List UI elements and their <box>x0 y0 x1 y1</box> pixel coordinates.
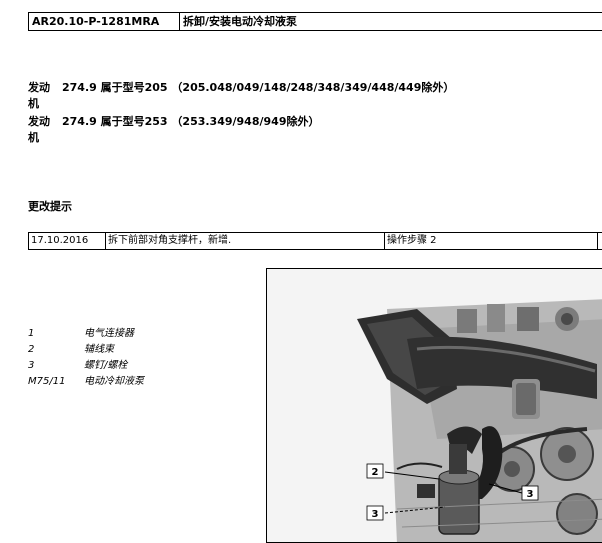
legend-item: 1 电气连接器 <box>28 326 144 342</box>
legend-number: 1 <box>28 328 35 339</box>
callout-label: 3 <box>527 489 534 500</box>
callout-3-right: 3 <box>521 485 539 501</box>
legend-item: 2 辅线束 <box>28 342 144 358</box>
change-description: 拆下前部对角支撑杆，新增. <box>106 233 385 249</box>
callout-2: 2 <box>366 463 384 479</box>
change-extra-cell <box>598 233 602 249</box>
change-date: 17.10.2016 <box>29 233 106 249</box>
changes-table-row: 17.10.2016 拆下前部对角支撑杆，新增. 操作步骤 2 <box>28 232 602 250</box>
changes-heading: 更改提示 <box>28 200 72 213</box>
figure-legend: 1 电气连接器 2 辅线束 3 螺钉/螺栓 M75/11 电动冷却液泵 <box>28 326 144 390</box>
legend-item: M75/11 电动冷却液泵 <box>28 374 144 390</box>
document-number: AR20.10-P-1281MRA <box>29 13 180 30</box>
engine-drawing: 2 3 3 <box>267 269 602 542</box>
legend-text: 辅线束 <box>84 344 114 355</box>
callout-3-left: 3 <box>366 505 384 521</box>
legend-item: 3 螺钉/螺栓 <box>28 358 144 374</box>
change-step-link[interactable]: 操作步骤 2 <box>385 233 598 249</box>
applicability-text: 274.9 属于型号205 （205.048/049/148/248/348/3… <box>62 81 455 94</box>
legend-number: 3 <box>28 360 35 371</box>
legend-text: 电动冷却液泵 <box>84 376 144 387</box>
document-header-table: AR20.10-P-1281MRA 拆卸/安装电动冷却液泵 <box>28 12 602 31</box>
applicability-label-cont: 机 <box>28 131 39 144</box>
legend-text: 螺钉/螺栓 <box>84 360 128 371</box>
applicability-text: 274.9 属于型号253 （253.349/948/949除外） <box>62 115 320 128</box>
legend-text: 电气连接器 <box>84 328 134 339</box>
callout-label: 3 <box>372 509 379 520</box>
engine-illustration: 2 3 3 <box>266 268 602 543</box>
applicability-label: 发动 <box>28 81 50 94</box>
applicability-label-cont: 机 <box>28 97 39 110</box>
applicability-label: 发动 <box>28 115 50 128</box>
legend-number: M75/11 <box>28 376 66 387</box>
callout-label: 2 <box>372 467 379 478</box>
document-title: 拆卸/安装电动冷却液泵 <box>183 15 298 28</box>
legend-number: 2 <box>28 344 35 355</box>
